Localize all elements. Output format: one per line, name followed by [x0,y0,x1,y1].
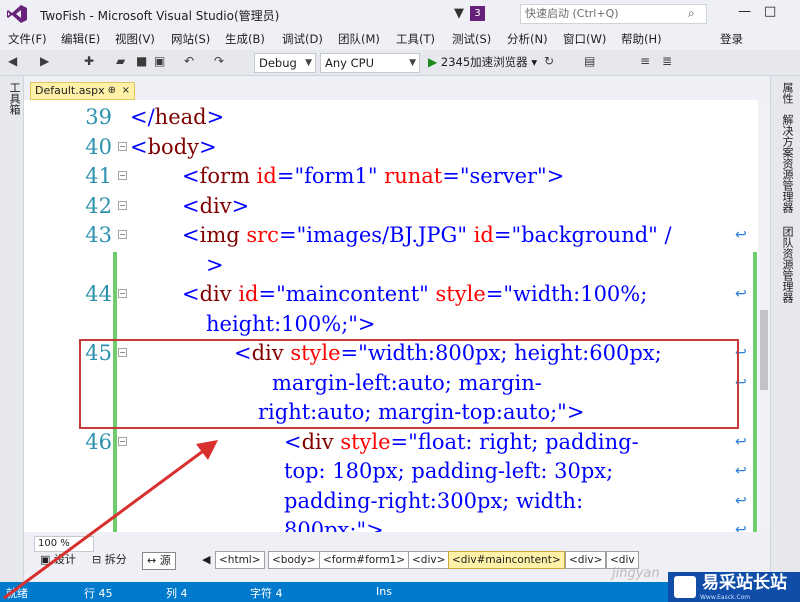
watermark-subtext: Www.Easck.Com [700,594,751,601]
word-wrap-icon: ↩ [735,434,747,450]
breadcrumb-form[interactable]: <form#form1> [319,551,410,569]
code-line: <div> [182,194,250,218]
code-line: <form id="form1" runat="server"> [182,164,565,188]
word-wrap-icon: ↩ [735,286,747,302]
word-wrap-icon: ↩ [735,522,747,532]
watermark-faint: jingyan [612,566,660,581]
breadcrumb-body[interactable]: <body> [268,551,320,569]
scrollbar-thumb[interactable] [760,310,768,390]
fold-toggle-icon[interactable]: − [118,201,127,210]
team-explorer-tab[interactable]: 团队资源管理器 [779,226,795,303]
solution-explorer-tab[interactable]: 解决方案资源管理器 [779,114,795,213]
status-character: 字符 4 [250,587,283,600]
line-number: 44 [85,282,112,306]
code-line: 800px;"> [284,518,384,532]
word-wrap-icon: ↩ [735,463,747,479]
code-line: <img src="images/BJ.JPG" id="background"… [182,223,672,247]
code-line: > [206,253,224,277]
watermark-icon [674,576,696,598]
line-number: 39 [85,105,112,129]
breadcrumb-div-2[interactable]: <div> [565,551,607,569]
status-insert-mode: Ins [376,585,392,598]
fold-toggle-icon[interactable]: − [118,142,127,151]
line-number: 41 [85,164,112,188]
code-line: padding-right:300px; width: [284,489,584,513]
word-wrap-icon: ↩ [735,227,747,243]
right-tool-strip: 属性 解决方案资源管理器 团队资源管理器 [770,76,800,582]
fold-toggle-icon[interactable]: − [118,289,127,298]
highlight-box [79,339,739,429]
line-number: 42 [85,194,112,218]
changed-lines-marker-right [753,252,757,532]
code-line: height:100%;"> [206,312,376,336]
code-line: top: 180px; padding-left: 30px; [284,459,614,483]
breadcrumb-maincontent[interactable]: <div#maincontent> [448,551,565,569]
code-line: </head> [130,105,225,129]
line-number: 43 [85,223,112,247]
fold-toggle-icon[interactable]: − [118,230,127,239]
word-wrap-icon: ↩ [735,493,747,509]
code-line: <div id="maincontent" style="width:100%; [182,282,648,306]
fold-toggle-icon[interactable]: − [118,171,127,180]
code-line: <div style="float: right; padding- [284,430,639,454]
code-line: <body> [130,135,217,159]
line-number: 40 [85,135,112,159]
properties-tab[interactable]: 属性 [779,82,795,104]
annotation-arrow [3,440,218,600]
breadcrumb-div[interactable]: <div> [408,551,450,569]
